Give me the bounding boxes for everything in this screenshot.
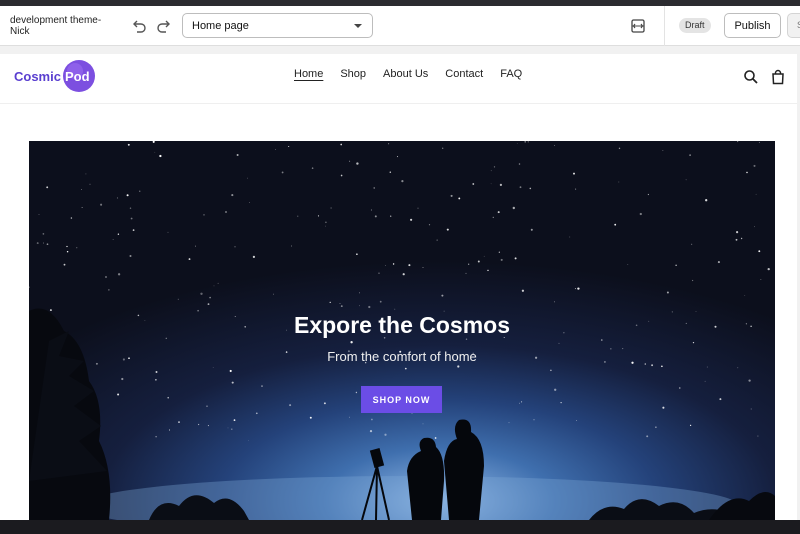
theme-name: development theme-Nick [10,15,102,37]
publish-button[interactable]: Publish [724,13,781,38]
chevron-down-icon [354,24,362,28]
nav-link-shop[interactable]: Shop [340,68,366,80]
page-select-value: Home page [192,19,249,32]
search-button[interactable] [743,69,759,85]
shop-now-button[interactable]: SHOP NOW [361,386,442,413]
cart-button[interactable] [770,69,786,85]
editor-bottom-bar [0,520,800,534]
nav-link-about-us[interactable]: About Us [383,68,428,80]
nav-link-home[interactable]: Home [294,68,323,80]
main-nav: Home Shop About Us Contact FAQ [294,68,539,80]
logo-text-part2: Pod [65,69,90,84]
store-header: Cosmic Pod Home Shop About Us Contact FA… [0,54,797,104]
logo-text-part1: Cosmic [14,69,61,84]
undo-icon [133,20,146,33]
hero-subtitle: From the comfort of home [327,349,477,364]
toolbar-divider [664,6,665,46]
bag-icon [772,69,784,85]
redo-icon [157,20,170,33]
viewport-icon [631,19,645,33]
overflow-button[interactable]: S [787,13,800,38]
logo-image: Cosmic Pod [14,60,95,92]
page-select[interactable]: Home page [182,13,373,38]
store-page: Cosmic Pod Home Shop About Us Contact FA… [0,54,797,520]
editor-toolbar: development theme-Nick Home page Draft P… [0,6,800,46]
preview-canvas: Cosmic Pod Home Shop About Us Contact FA… [0,46,800,520]
viewport-toggle-button[interactable] [627,15,649,37]
hero-title: Expore the Cosmos [294,312,510,338]
search-icon [744,70,758,84]
status-badge: Draft [679,18,711,33]
redo-button[interactable] [153,15,175,37]
nav-link-contact[interactable]: Contact [445,68,483,80]
hero-banner: Expore the Cosmos From the comfort of ho… [29,141,775,520]
nav-link-faq[interactable]: FAQ [500,68,522,80]
store-logo[interactable]: Cosmic Pod [13,59,97,93]
undo-button[interactable] [128,15,150,37]
